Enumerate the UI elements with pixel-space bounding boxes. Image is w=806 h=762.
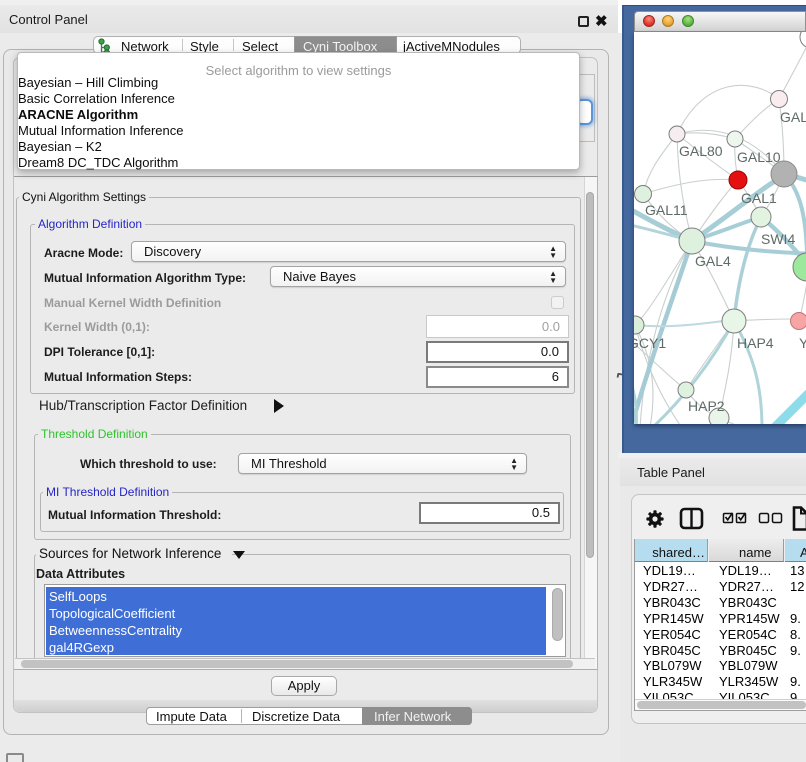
svg-text:GAL11: GAL11 xyxy=(645,202,688,218)
svg-text:SWI4: SWI4 xyxy=(761,231,795,247)
svg-text:GAL10: GAL10 xyxy=(737,149,781,165)
svg-text:HAP4: HAP4 xyxy=(737,335,774,351)
svg-text:GAL1: GAL1 xyxy=(741,190,777,206)
svg-text:GAL2: GAL2 xyxy=(780,109,806,125)
svg-text:GCY1: GCY1 xyxy=(634,335,666,351)
svg-text:HAP2: HAP2 xyxy=(688,398,725,414)
svg-text:GAL80: GAL80 xyxy=(679,143,723,159)
svg-text:Y: Y xyxy=(799,335,806,351)
svg-text:GAL4: GAL4 xyxy=(695,253,731,269)
